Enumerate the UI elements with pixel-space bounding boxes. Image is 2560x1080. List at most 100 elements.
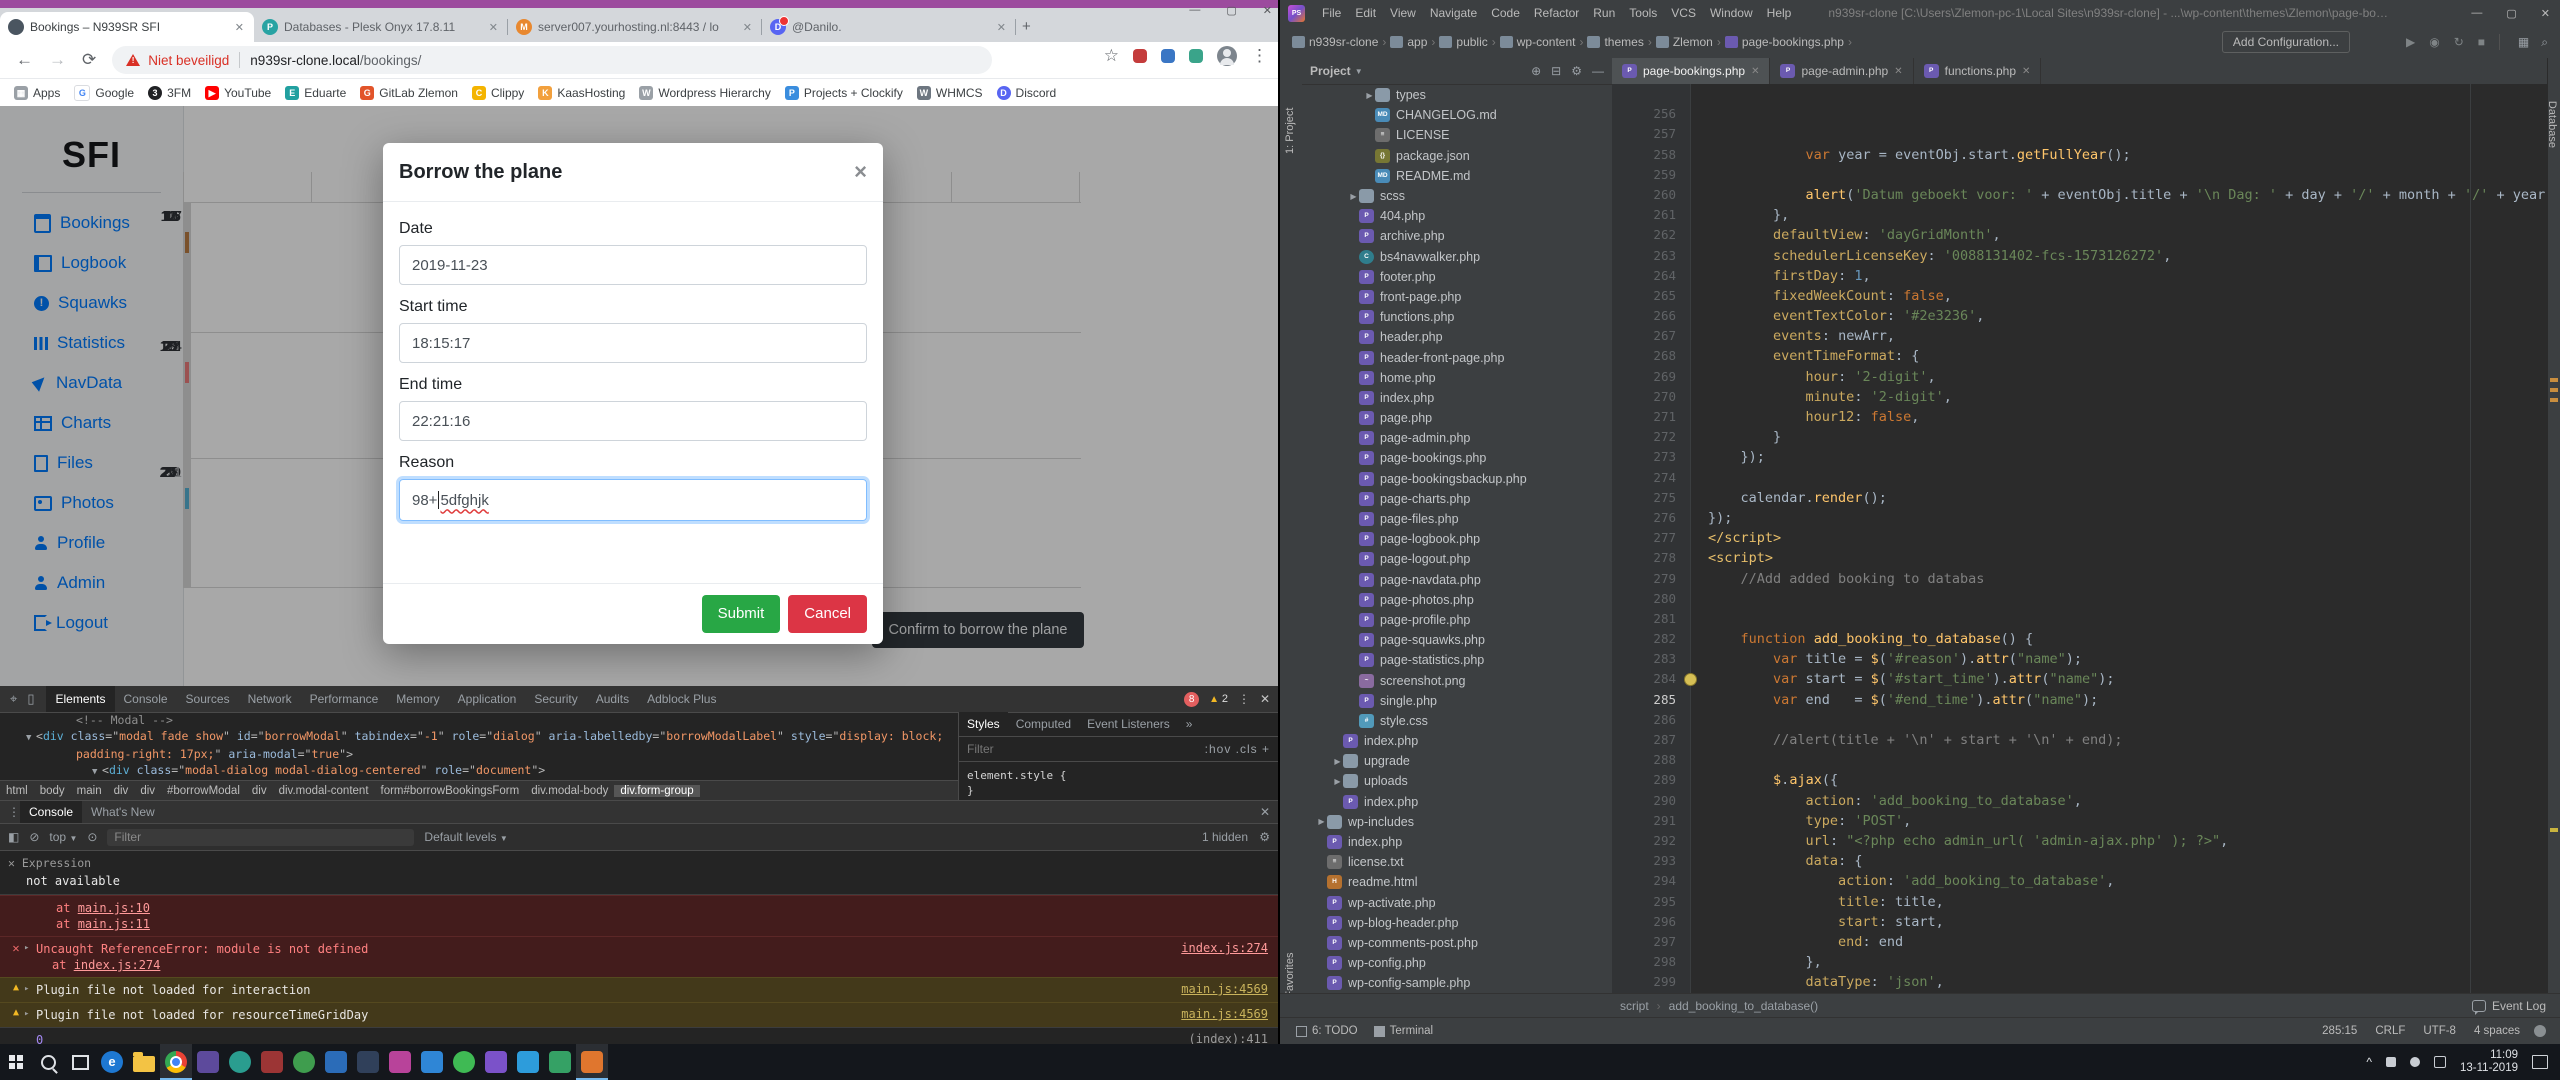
- cancel-button[interactable]: Cancel: [788, 595, 867, 633]
- submit-button[interactable]: Submit: [702, 595, 781, 633]
- project-tree-item[interactable]: P index.php: [1302, 792, 1612, 812]
- dom-breadcrumb-item[interactable]: form#borrowBookingsForm: [375, 785, 526, 797]
- tray-icon[interactable]: [2410, 1057, 2420, 1067]
- dom-node[interactable]: <!-- Modal -->: [0, 712, 958, 728]
- console-menu-icon[interactable]: ⋮: [8, 805, 20, 819]
- minimize-icon[interactable]: —: [2471, 7, 2482, 20]
- dropdown-icon[interactable]: ▼: [1355, 67, 1363, 76]
- menu-item[interactable]: Window: [1703, 6, 1760, 20]
- stack-source-link[interactable]: main.js:10: [78, 901, 150, 915]
- taskbar-app[interactable]: [384, 1044, 416, 1080]
- devtools-close-icon[interactable]: ✕: [1260, 692, 1270, 706]
- event-log-tab[interactable]: Event Log: [2472, 999, 2546, 1013]
- bookmark-item[interactable]: ▶ YouTube: [205, 86, 271, 100]
- project-tree-item[interactable]: MD CHANGELOG.md: [1302, 105, 1612, 125]
- project-tree-item[interactable]: P page-photos.php: [1302, 590, 1612, 610]
- console-close-icon[interactable]: ✕: [1260, 805, 1270, 819]
- project-tree-item[interactable]: P wp-config-sample.php: [1302, 973, 1612, 993]
- scrollbar-mark[interactable]: [2550, 388, 2558, 392]
- menu-item[interactable]: Help: [1760, 6, 1799, 20]
- forward-icon[interactable]: →: [49, 50, 66, 70]
- project-tree-item[interactable]: P header.php: [1302, 327, 1612, 347]
- project-tree-item[interactable]: ▶ types: [1302, 85, 1612, 105]
- security-label[interactable]: Niet beveiligd: [148, 53, 229, 68]
- menu-item[interactable]: Edit: [1348, 6, 1383, 20]
- dom-node[interactable]: padding-right: 17px;" aria-modal="true">: [0, 746, 958, 762]
- task-view-button[interactable]: [64, 1044, 96, 1080]
- path-crumb[interactable]: n939sr-clone: [1292, 35, 1378, 49]
- minimize-icon[interactable]: —: [1189, 4, 1200, 17]
- update-icon[interactable]: ↻: [2454, 35, 2464, 49]
- console-message[interactable]: ▲ ▸ Plugin file not loaded for resourceT…: [0, 1002, 1278, 1027]
- tree-expand-icon[interactable]: ▶: [1332, 757, 1343, 766]
- tab-close-icon[interactable]: ✕: [233, 21, 246, 34]
- browser-tab[interactable]: P Databases - Plesk Onyx 17.8.11 ✕: [254, 12, 508, 42]
- path-crumb[interactable]: wp-content: [1500, 35, 1576, 49]
- context-selector[interactable]: top ▼: [49, 830, 77, 844]
- taskbar-app[interactable]: [128, 1044, 160, 1080]
- devtools-tab[interactable]: Network: [239, 686, 301, 712]
- bookmark-item[interactable]: ▦ Apps: [14, 86, 60, 100]
- expand-icon[interactable]: ▸: [24, 982, 36, 998]
- expand-icon[interactable]: ▸: [24, 1007, 36, 1023]
- profile-avatar[interactable]: [1217, 46, 1237, 66]
- tree-expand-icon[interactable]: ▶: [1348, 192, 1359, 201]
- devtools-tab[interactable]: Memory: [387, 686, 448, 712]
- message-source-link[interactable]: main.js:4569: [1181, 1007, 1268, 1021]
- bookmark-item[interactable]: W Wordpress Hierarchy: [639, 86, 770, 100]
- project-tree-item[interactable]: C bs4navwalker.php: [1302, 247, 1612, 267]
- dom-tree[interactable]: <!-- Modal --> ▼<div class="modal fade s…: [0, 712, 958, 780]
- hide-panel-icon[interactable]: —: [1592, 64, 1604, 78]
- reason-input[interactable]: 98+ 5dfghjk: [399, 479, 867, 521]
- stack-source-link[interactable]: main.js:11: [78, 917, 150, 931]
- project-tree-item[interactable]: ▶ uploads: [1302, 771, 1612, 791]
- error-stack-block[interactable]: at main.js:10 at main.js:11: [0, 895, 1278, 936]
- project-tree-item[interactable]: ~ screenshot.png: [1302, 670, 1612, 690]
- devtools-tab[interactable]: Elements: [46, 686, 114, 712]
- taskbar-app[interactable]: [544, 1044, 576, 1080]
- console-message[interactable]: ▲ ▸ Plugin file not loaded for interacti…: [0, 977, 1278, 1002]
- menu-item[interactable]: Tools: [1622, 6, 1664, 20]
- project-tree-item[interactable]: P single.php: [1302, 691, 1612, 711]
- intention-bulb-icon[interactable]: [1684, 673, 1697, 686]
- project-tree-item[interactable]: MD README.md: [1302, 166, 1612, 186]
- scrollbar-mark[interactable]: [2550, 828, 2558, 832]
- devtools-tab[interactable]: Performance: [301, 686, 388, 712]
- dom-node[interactable]: ▼<div class="modal-dialog modal-dialog-c…: [0, 762, 958, 780]
- project-tree-item[interactable]: P footer.php: [1302, 267, 1612, 287]
- taskbar-app[interactable]: [320, 1044, 352, 1080]
- project-tree-item[interactable]: P archive.php: [1302, 226, 1612, 246]
- path-crumb[interactable]: page-bookings.php: [1725, 35, 1844, 49]
- device-toolbar-icon[interactable]: ▯: [27, 691, 34, 707]
- dom-breadcrumb-item[interactable]: div: [246, 785, 273, 797]
- path-crumb[interactable]: app: [1390, 35, 1427, 49]
- browser-tab[interactable]: D @Danilo. ✕: [762, 12, 1016, 42]
- database-tool-tab[interactable]: Database: [2546, 101, 2558, 148]
- extension-icon[interactable]: [1133, 49, 1147, 63]
- console-sidebar-icon[interactable]: ◧: [8, 830, 19, 844]
- breadcrumb-function[interactable]: add_booking_to_database(): [1669, 999, 1818, 1013]
- console-message[interactable]: ✕ ▸ Uncaught ReferenceError: module is n…: [0, 936, 1278, 977]
- error-count-badge[interactable]: 8: [1184, 692, 1199, 707]
- tray-icon[interactable]: [2434, 1056, 2446, 1068]
- console-filter-input[interactable]: Filter: [107, 829, 414, 846]
- bookmark-item[interactable]: W WHMCS: [917, 86, 983, 100]
- bookmark-item[interactable]: G GitLab Zlemon: [360, 86, 458, 100]
- start-time-input[interactable]: [399, 323, 867, 363]
- project-tree-item[interactable]: P page-admin.php: [1302, 428, 1612, 448]
- project-panel-title[interactable]: Project: [1310, 64, 1351, 78]
- project-tree-item[interactable]: P page-files.php: [1302, 509, 1612, 529]
- project-tree-item[interactable]: P page-profile.php: [1302, 610, 1612, 630]
- tree-expand-icon[interactable]: ▶: [1364, 91, 1375, 100]
- project-tree-item[interactable]: P wp-comments-post.php: [1302, 933, 1612, 953]
- taskbar-app[interactable]: [480, 1044, 512, 1080]
- project-tree-item[interactable]: P wp-config.php: [1302, 953, 1612, 973]
- taskbar-app[interactable]: [448, 1044, 480, 1080]
- add-configuration-button[interactable]: Add Configuration...: [2222, 31, 2350, 53]
- chrome-menu-icon[interactable]: ⋮: [1251, 46, 1268, 66]
- devtools-tab[interactable]: Console: [115, 686, 177, 712]
- line-separator[interactable]: CRLF: [2375, 1025, 2405, 1037]
- project-tree-item[interactable]: P index.php: [1302, 388, 1612, 408]
- settings-icon[interactable]: ⚙: [1571, 64, 1582, 78]
- project-tree-item[interactable]: P index.php: [1302, 832, 1612, 852]
